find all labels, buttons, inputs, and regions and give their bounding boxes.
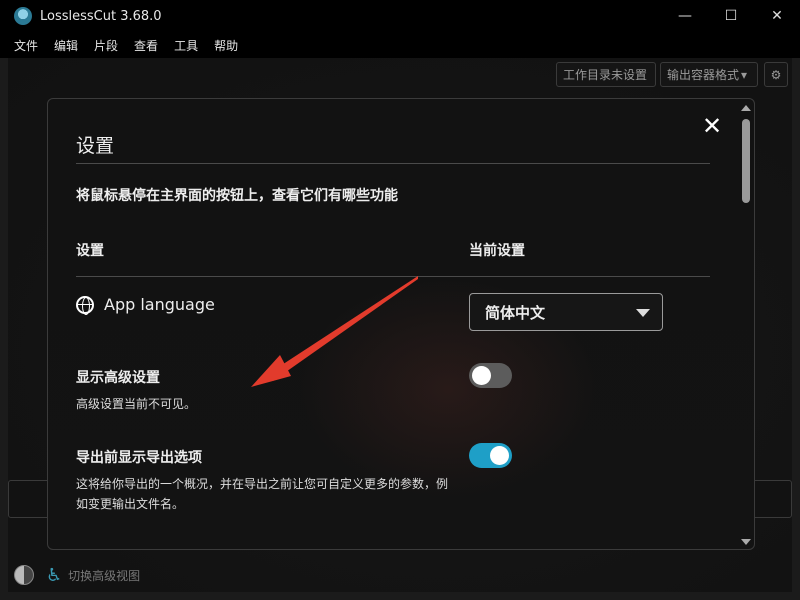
- menu-edit[interactable]: 编辑: [46, 37, 86, 54]
- language-label: App language: [104, 295, 215, 314]
- toggle-advanced-view-button[interactable]: 切换高级视图: [68, 567, 140, 584]
- advanced-settings-label: 显示高级设置: [76, 370, 160, 386]
- export-options-desc: 这将给你导出的一个概况，并在导出之前让您可自定义更多的参数，例如变更输出文件名。: [76, 477, 449, 511]
- minimize-button[interactable]: —: [662, 0, 708, 32]
- title-bar: LosslessCut 3.68.0 — ☐ ✕: [0, 0, 800, 32]
- title-divider: [76, 163, 710, 164]
- menu-help[interactable]: 帮助: [206, 37, 246, 54]
- app-logo-icon: [14, 7, 32, 25]
- settings-gear-button[interactable]: ⚙: [764, 62, 788, 87]
- toggle-knob: [472, 366, 491, 385]
- language-row: App language: [76, 295, 215, 315]
- output-format-label: 输出容器格式: [667, 68, 740, 82]
- menu-bar: 文件 编辑 片段 查看 工具 帮助: [0, 32, 800, 58]
- scrollbar-thumb[interactable]: [742, 119, 750, 203]
- language-select-value: 简体中文: [485, 303, 546, 322]
- dialog-scrollbar[interactable]: [740, 103, 752, 547]
- advanced-settings-desc: 高级设置当前不可见。: [76, 397, 197, 411]
- menu-view[interactable]: 查看: [126, 37, 166, 54]
- yin-yang-icon[interactable]: [14, 565, 34, 585]
- settings-hint: 将鼠标悬停在主界面的按钮上，查看它们有哪些功能: [76, 188, 398, 204]
- working-directory-button[interactable]: 工作目录未设置: [556, 62, 656, 87]
- menu-tools[interactable]: 工具: [166, 37, 206, 54]
- close-window-button[interactable]: ✕: [754, 0, 800, 32]
- settings-dialog: ✕ 设置 将鼠标悬停在主界面的按钮上，查看它们有哪些功能 设置 当前设置 App…: [47, 98, 755, 550]
- export-options-toggle[interactable]: [469, 443, 512, 468]
- header-divider: [76, 276, 710, 277]
- scroll-up-icon[interactable]: [741, 105, 751, 111]
- toggle-knob: [490, 446, 509, 465]
- gear-icon: ⚙: [770, 67, 782, 82]
- language-select[interactable]: 简体中文: [469, 293, 663, 331]
- annotation-arrow-head: [251, 355, 291, 387]
- accessibility-icon: ♿: [46, 564, 63, 586]
- footer-bar: ♿ 切换高级视图: [8, 560, 792, 590]
- scroll-down-icon[interactable]: [741, 539, 751, 545]
- column-header-current: 当前设置: [469, 243, 525, 259]
- settings-title: 设置: [76, 135, 115, 157]
- chevron-down-icon: ▾: [741, 67, 748, 82]
- advanced-settings-toggle[interactable]: [469, 363, 512, 388]
- window-controls: — ☐ ✕: [662, 0, 800, 32]
- chevron-down-icon: [636, 309, 650, 317]
- maximize-button[interactable]: ☐: [708, 0, 754, 32]
- menu-segments[interactable]: 片段: [86, 37, 126, 54]
- working-directory-label: 工作目录未设置: [563, 68, 648, 82]
- annotation-arrow-shaft: [268, 276, 418, 381]
- globe-icon: [76, 295, 94, 315]
- close-icon[interactable]: ✕: [700, 114, 724, 139]
- window-title: LosslessCut 3.68.0: [40, 8, 162, 24]
- column-header-setting: 设置: [76, 243, 104, 259]
- menu-file[interactable]: 文件: [6, 37, 46, 54]
- export-options-label: 导出前显示导出选项: [76, 450, 202, 466]
- output-format-button[interactable]: 输出容器格式 ▾: [660, 62, 758, 87]
